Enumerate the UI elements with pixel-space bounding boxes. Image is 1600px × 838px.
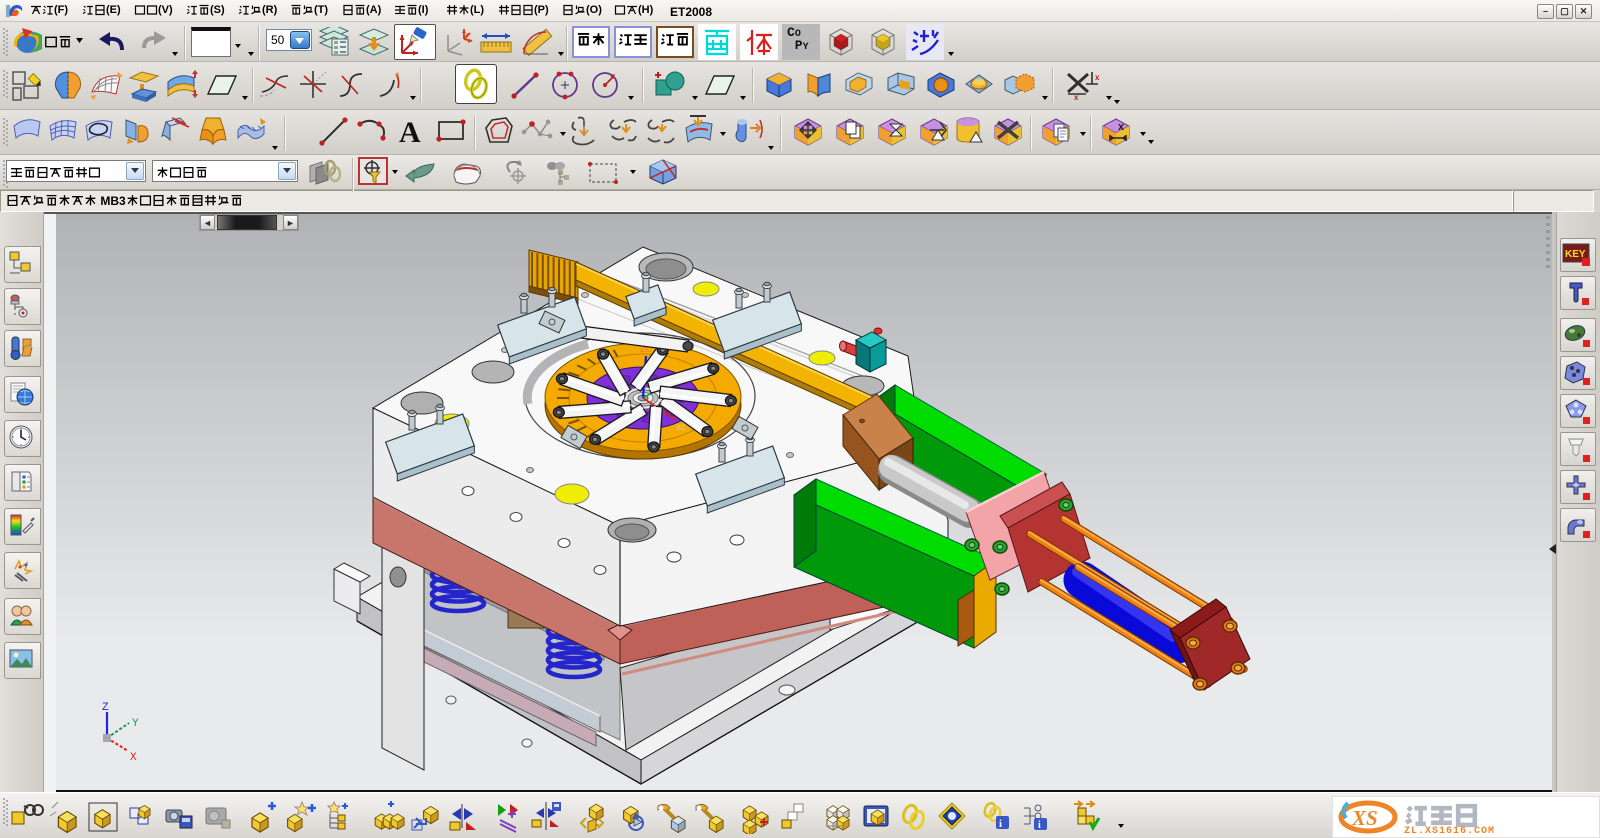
svg-text:X: X [130, 752, 137, 764]
svg-text:Z: Z [102, 702, 109, 714]
svg-text:i: i [999, 818, 1002, 830]
svg-text:i: i [1038, 820, 1041, 831]
svg-text:Y: Y [132, 718, 139, 730]
svg-text:XC: XC [676, 424, 686, 433]
svg-text:XS: XS [1351, 806, 1378, 830]
